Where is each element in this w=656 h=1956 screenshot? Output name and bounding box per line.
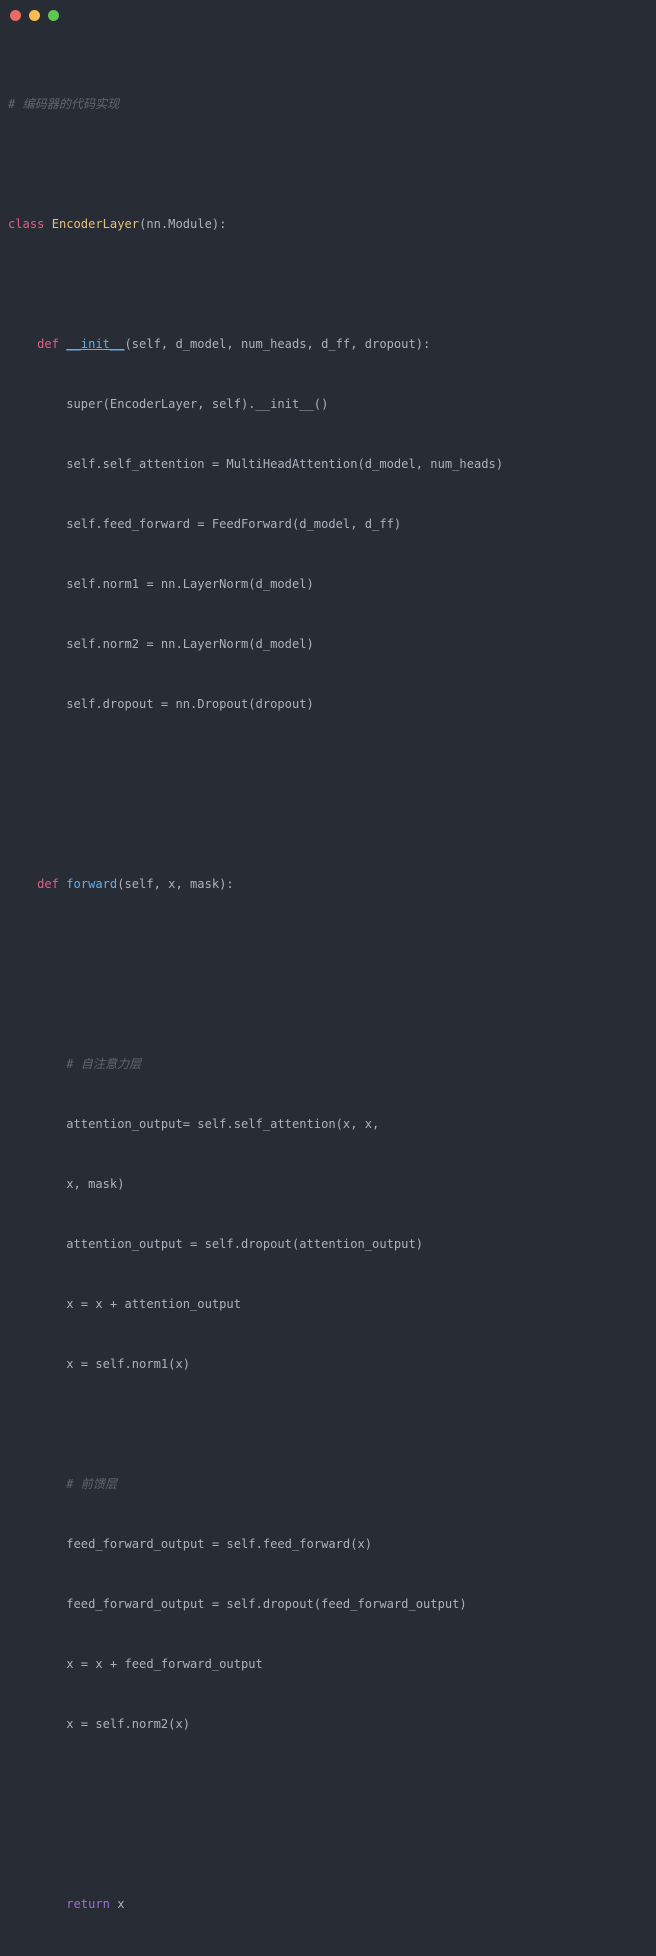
code-line: # 自注意力层 [8, 1054, 656, 1074]
code-line: return x [8, 1894, 656, 1914]
keyword-def: def [37, 877, 59, 891]
code-line: self.norm1 = nn.LayerNorm(d_model) [8, 574, 656, 594]
code-line: feed_forward_output = self.feed_forward(… [8, 1534, 656, 1554]
comment-token: # 自注意力层 [66, 1057, 142, 1071]
code-text: x = self.norm1(x) [8, 1357, 191, 1371]
code-text: x, mask) [8, 1177, 125, 1191]
class-name-token: EncoderLayer [51, 217, 140, 231]
function-name-token: forward [66, 877, 118, 891]
code-line: x = self.norm1(x) [8, 1354, 656, 1374]
comment-token: # 编码器的代码实现 [8, 97, 120, 111]
code-text: (self, x, mask): [117, 877, 234, 891]
comment-token: # 前馈层 [66, 1477, 118, 1491]
keyword-return: return [66, 1897, 110, 1911]
code-text: (nn.Module): [139, 217, 227, 231]
code-line: x = self.norm2(x) [8, 1714, 656, 1734]
code-line: attention_output= self.self_attention(x,… [8, 1114, 656, 1134]
title-bar [0, 0, 656, 30]
code-text: feed_forward_output = self.feed_forward(… [8, 1537, 373, 1551]
code-text: feed_forward_output = self.dropout(feed_… [8, 1597, 467, 1611]
code-text: x = self.norm2(x) [8, 1717, 191, 1731]
code-text: self.dropout = nn.Dropout(dropout) [8, 697, 314, 711]
keyword-def: def [37, 337, 59, 351]
code-text: attention_output= self.self_attention(x,… [8, 1117, 380, 1131]
code-line: feed_forward_output = self.dropout(feed_… [8, 1594, 656, 1614]
code-line: x, mask) [8, 1174, 656, 1194]
code-text: super(EncoderLayer, self).__init__() [8, 397, 329, 411]
code-area[interactable]: # 编码器的代码实现 class EncoderLayer(nn.Module)… [0, 30, 656, 1956]
minimize-button[interactable] [29, 9, 40, 21]
code-text: x = x + feed_forward_output [8, 1657, 263, 1671]
keyword-class: class [8, 217, 45, 231]
code-line: # 前馈层 [8, 1474, 656, 1494]
code-text: self.feed_forward = FeedForward(d_model,… [8, 517, 402, 531]
code-text: attention_output = self.dropout(attentio… [8, 1237, 424, 1251]
code-text: self.norm1 = nn.LayerNorm(d_model) [8, 577, 314, 591]
code-line: x = x + feed_forward_output [8, 1654, 656, 1674]
code-text: self.norm2 = nn.LayerNorm(d_model) [8, 637, 314, 651]
code-line: self.norm2 = nn.LayerNorm(d_model) [8, 634, 656, 654]
code-line: def __init__(self, d_model, num_heads, d… [8, 334, 656, 354]
code-line: attention_output = self.dropout(attentio… [8, 1234, 656, 1254]
code-line: self.self_attention = MultiHeadAttention… [8, 454, 656, 474]
code-line: # 编码器的代码实现 [8, 94, 656, 114]
code-line: class EncoderLayer(nn.Module): [8, 214, 656, 234]
close-button[interactable] [10, 9, 21, 21]
code-text: (self, d_model, num_heads, d_ff, dropout… [124, 337, 431, 351]
code-line: x = x + attention_output [8, 1294, 656, 1314]
code-line: self.feed_forward = FeedForward(d_model,… [8, 514, 656, 534]
code-text: x = x + attention_output [8, 1297, 241, 1311]
code-text: x [109, 1897, 125, 1911]
code-line: super(EncoderLayer, self).__init__() [8, 394, 656, 414]
maximize-button[interactable] [48, 9, 59, 21]
code-line: self.dropout = nn.Dropout(dropout) [8, 694, 656, 714]
code-editor-window: # 编码器的代码实现 class EncoderLayer(nn.Module)… [0, 0, 656, 1911]
code-text: self.self_attention = MultiHeadAttention… [8, 457, 504, 471]
function-name-token: __init__ [66, 337, 125, 351]
code-line: def forward(self, x, mask): [8, 874, 656, 894]
